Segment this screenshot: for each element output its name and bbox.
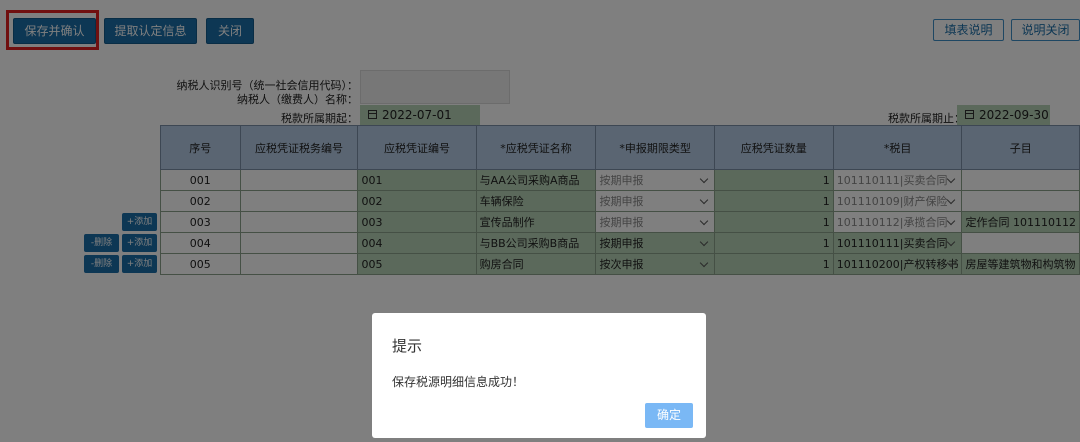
dialog-message: 保存税源明细信息成功！ <box>392 375 525 389</box>
dialog-title: 提示 <box>392 337 423 355</box>
confirm-button[interactable]: 确定 <box>645 403 693 428</box>
alert-dialog: 提示 保存税源明细信息成功！ 确定 <box>372 313 706 438</box>
